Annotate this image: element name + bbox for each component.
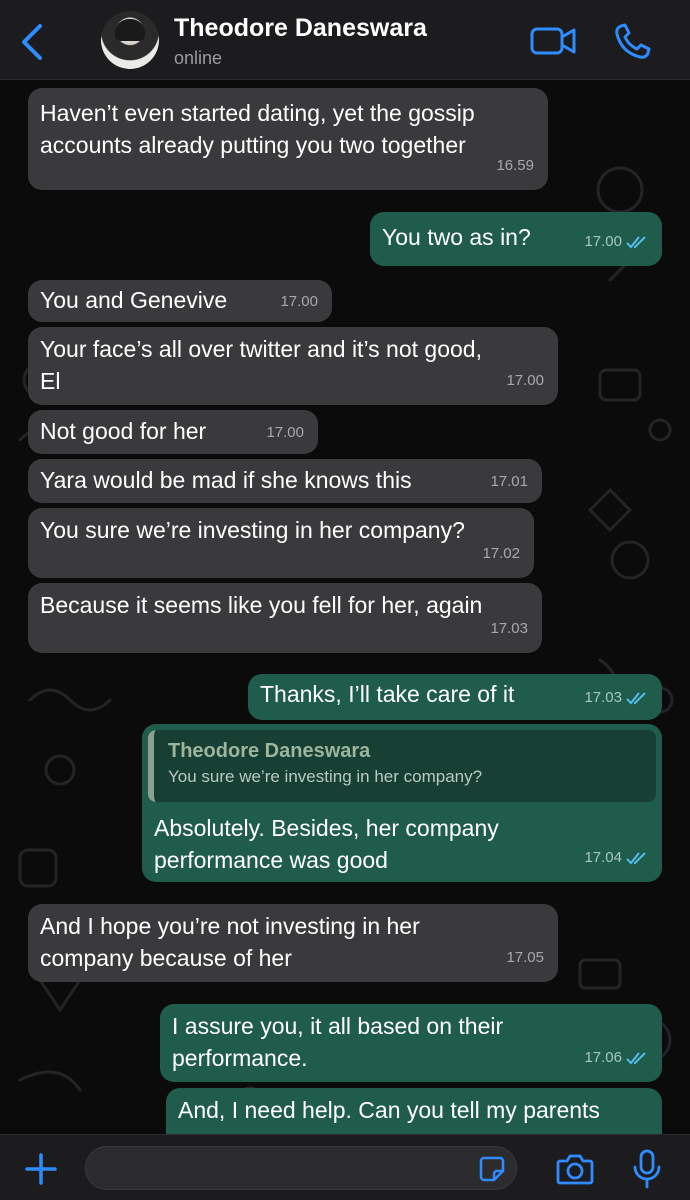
- message-text: Yara would be mad if she knows this: [40, 467, 412, 493]
- message-text: I assure you, it all based on their perf…: [172, 1013, 504, 1071]
- message-list[interactable]: Haven’t even started dating, yet the gos…: [0, 80, 690, 1134]
- message-meta: 17.03: [490, 613, 528, 645]
- message-outgoing[interactable]: You two as in? 17.00: [370, 212, 662, 266]
- back-chevron-icon[interactable]: [18, 22, 48, 62]
- read-ticks-icon: [626, 1052, 646, 1065]
- contact-status: online: [174, 48, 223, 68]
- message-incoming[interactable]: And I hope you’re not investing in her c…: [28, 904, 558, 982]
- message-incoming[interactable]: Because it seems like you fell for her, …: [28, 583, 542, 653]
- message-time: 17.00: [584, 233, 622, 250]
- message-meta: 17.00: [506, 365, 544, 397]
- message-text: Absolutely. Besides, her company perform…: [154, 815, 499, 873]
- chat-header: Theodore Daneswara online: [0, 0, 690, 80]
- message-text: And I hope you’re not investing in her c…: [40, 913, 420, 971]
- message-text: You sure we’re investing in her company?: [40, 517, 465, 543]
- message-outgoing-reply[interactable]: Theodore Daneswara You sure we’re invest…: [142, 724, 662, 882]
- message-time: 17.00: [266, 424, 304, 441]
- message-incoming[interactable]: Yara would be mad if she knows this 17.0…: [28, 459, 542, 503]
- contact-name[interactable]: Theodore Daneswara: [174, 14, 427, 43]
- message-input[interactable]: [85, 1146, 517, 1190]
- message-time: 17.04: [584, 849, 622, 866]
- message-meta: 17.00: [266, 417, 304, 449]
- compose-bar: [0, 1134, 690, 1200]
- message-meta: 17.02: [482, 538, 520, 570]
- message-meta: 17.05: [506, 942, 544, 974]
- message-incoming[interactable]: You and Genevive 17.00: [28, 280, 332, 322]
- read-ticks-icon: [626, 692, 646, 705]
- phone-call-icon[interactable]: [612, 22, 652, 62]
- message-meta: 17.03: [584, 682, 648, 714]
- contact-avatar[interactable]: [101, 11, 159, 69]
- message-meta: 17.00: [280, 286, 318, 318]
- sticker-icon[interactable]: [478, 1155, 506, 1183]
- message-incoming[interactable]: Your face’s all over twitter and it’s no…: [28, 327, 558, 405]
- video-call-icon[interactable]: [530, 24, 576, 58]
- message-time: 17.02: [482, 545, 520, 562]
- plus-icon[interactable]: [24, 1152, 58, 1186]
- message-time: 17.05: [506, 949, 544, 966]
- message-text: Haven’t even started dating, yet the gos…: [40, 100, 475, 158]
- message-time: 17.01: [490, 473, 528, 490]
- message-outgoing[interactable]: And, I need help. Can you tell my parent…: [166, 1088, 662, 1134]
- message-outgoing[interactable]: I assure you, it all based on their perf…: [160, 1004, 662, 1082]
- message-time: 17.00: [506, 372, 544, 389]
- microphone-icon[interactable]: [632, 1149, 662, 1189]
- message-time: 17.06: [584, 1049, 622, 1066]
- message-meta: 17.00: [584, 226, 648, 258]
- message-incoming[interactable]: Haven’t even started dating, yet the gos…: [28, 88, 548, 190]
- message-meta: 17.04: [584, 842, 648, 874]
- read-ticks-icon: [626, 852, 646, 865]
- read-ticks-icon: [626, 236, 646, 249]
- message-text: And, I need help. Can you tell my parent…: [178, 1097, 600, 1123]
- quoted-text: You sure we’re investing in her company?: [168, 767, 483, 786]
- message-meta: 17.01: [490, 466, 528, 498]
- message-meta: 17.06: [584, 1042, 648, 1074]
- message-time: 16.59: [496, 157, 534, 174]
- message-text: Your face’s all over twitter and it’s no…: [40, 336, 482, 394]
- message-outgoing[interactable]: Thanks, I’ll take care of it 17.03: [248, 674, 662, 720]
- quoted-sender: Theodore Daneswara: [168, 740, 371, 762]
- message-time: 17.00: [280, 293, 318, 310]
- message-time: 17.03: [490, 620, 528, 637]
- message-incoming[interactable]: You sure we’re investing in her company?…: [28, 508, 534, 578]
- message-time: 17.03: [584, 689, 622, 706]
- message-incoming[interactable]: Not good for her 17.00: [28, 410, 318, 454]
- camera-icon[interactable]: [556, 1152, 594, 1186]
- quoted-message[interactable]: Theodore Daneswara You sure we’re invest…: [148, 730, 656, 802]
- message-text: You and Genevive: [40, 287, 228, 313]
- message-text: Because it seems like you fell for her, …: [40, 592, 483, 618]
- message-meta: 16.59: [496, 150, 534, 182]
